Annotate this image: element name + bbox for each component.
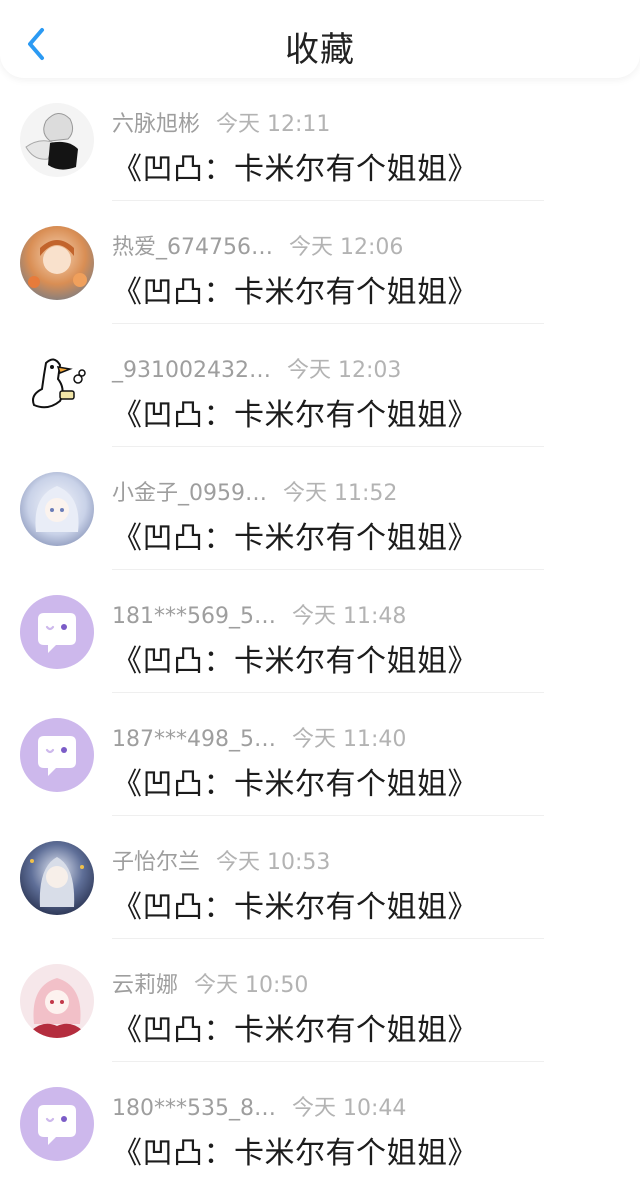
username[interactable]: 子怡尔兰 <box>112 850 200 875</box>
username[interactable]: 180***535_8… <box>112 1096 276 1121</box>
favorite-item[interactable]: 180***535_8… 今天 10:44 《凹凸：卡米尔有个姐姐》 <box>0 1062 640 1185</box>
favorite-title[interactable]: 《凹凸：卡米尔有个姐姐》 <box>112 882 478 926</box>
item-meta: 热爱_674756… 今天 12:06 <box>112 229 404 260</box>
favorite-title[interactable]: 《凹凸：卡米尔有个姐姐》 <box>112 267 478 311</box>
item-meta: 子怡尔兰 今天 10:53 <box>112 844 331 875</box>
username[interactable]: 云莉娜 <box>112 973 178 998</box>
favorite-item[interactable]: 云莉娜 今天 10:50 《凹凸：卡米尔有个姐姐》 <box>0 939 640 1062</box>
username[interactable]: _931002432… <box>112 358 271 383</box>
timestamp: 今天 12:06 <box>288 235 404 260</box>
item-meta: 181***569_5… 今天 11:48 <box>112 598 407 629</box>
username[interactable]: 187***498_5… <box>112 727 276 752</box>
item-meta: 180***535_8… 今天 10:44 <box>112 1090 407 1121</box>
timestamp: 今天 11:52 <box>283 481 398 506</box>
timestamp: 今天 11:48 <box>291 604 407 629</box>
default-chat-avatar[interactable] <box>20 595 94 669</box>
favorites-list: 六脉旭彬 今天 12:11 《凹凸：卡米尔有个姐姐》 热爱_674756… 今天… <box>0 78 640 1185</box>
autumn-girl-avatar[interactable] <box>20 226 94 300</box>
favorite-item[interactable]: 热爱_674756… 今天 12:06 《凹凸：卡米尔有个姐姐》 <box>0 201 640 324</box>
username[interactable]: 小金子_0959… <box>112 481 267 506</box>
top-nav-bar: 收藏 <box>0 0 640 78</box>
item-meta: 187***498_5… 今天 11:40 <box>112 721 407 752</box>
timestamp: 今天 12:11 <box>216 112 331 137</box>
white-hair-girl-avatar[interactable] <box>20 472 94 546</box>
favorite-item[interactable]: 子怡尔兰 今天 10:53 《凹凸：卡米尔有个姐姐》 <box>0 816 640 939</box>
item-meta: 小金子_0959… 今天 11:52 <box>112 475 398 506</box>
default-chat-avatar[interactable] <box>20 718 94 792</box>
timestamp: 今天 10:50 <box>194 973 309 998</box>
username[interactable]: 热爱_674756… <box>112 235 273 260</box>
night-girl-avatar[interactable] <box>20 841 94 915</box>
timestamp: 今天 10:44 <box>291 1096 407 1121</box>
favorite-title[interactable]: 《凹凸：卡米尔有个姐姐》 <box>112 759 478 803</box>
favorite-item[interactable]: _931002432… 今天 12:03 《凹凸：卡米尔有个姐姐》 <box>0 324 640 447</box>
page-title: 收藏 <box>285 30 355 70</box>
goose-avatar[interactable] <box>20 349 94 423</box>
item-meta: _931002432… 今天 12:03 <box>112 352 402 383</box>
timestamp: 今天 10:53 <box>216 850 331 875</box>
favorite-item[interactable]: 181***569_5… 今天 11:48 《凹凸：卡米尔有个姐姐》 <box>0 570 640 693</box>
favorite-title[interactable]: 《凹凸：卡米尔有个姐姐》 <box>112 513 478 557</box>
favorite-item[interactable]: 187***498_5… 今天 11:40 《凹凸：卡米尔有个姐姐》 <box>0 693 640 816</box>
pink-hair-girl-avatar[interactable] <box>20 964 94 1038</box>
favorite-item[interactable]: 六脉旭彬 今天 12:11 《凹凸：卡米尔有个姐姐》 <box>0 78 640 201</box>
favorite-title[interactable]: 《凹凸：卡米尔有个姐姐》 <box>112 636 478 680</box>
favorite-item[interactable]: 小金子_0959… 今天 11:52 《凹凸：卡米尔有个姐姐》 <box>0 447 640 570</box>
username[interactable]: 181***569_5… <box>112 604 276 629</box>
item-meta: 云莉娜 今天 10:50 <box>112 967 309 998</box>
favorite-title[interactable]: 《凹凸：卡米尔有个姐姐》 <box>112 1005 478 1049</box>
timestamp: 今天 11:40 <box>291 727 407 752</box>
timestamp: 今天 12:03 <box>286 358 402 383</box>
favorite-title[interactable]: 《凹凸：卡米尔有个姐姐》 <box>112 1128 478 1172</box>
username[interactable]: 六脉旭彬 <box>112 112 200 137</box>
sketch-girl-avatar[interactable] <box>20 103 94 177</box>
item-meta: 六脉旭彬 今天 12:11 <box>112 106 331 137</box>
favorite-title[interactable]: 《凹凸：卡米尔有个姐姐》 <box>112 144 478 188</box>
default-chat-avatar[interactable] <box>20 1087 94 1161</box>
favorite-title[interactable]: 《凹凸：卡米尔有个姐姐》 <box>112 390 478 434</box>
